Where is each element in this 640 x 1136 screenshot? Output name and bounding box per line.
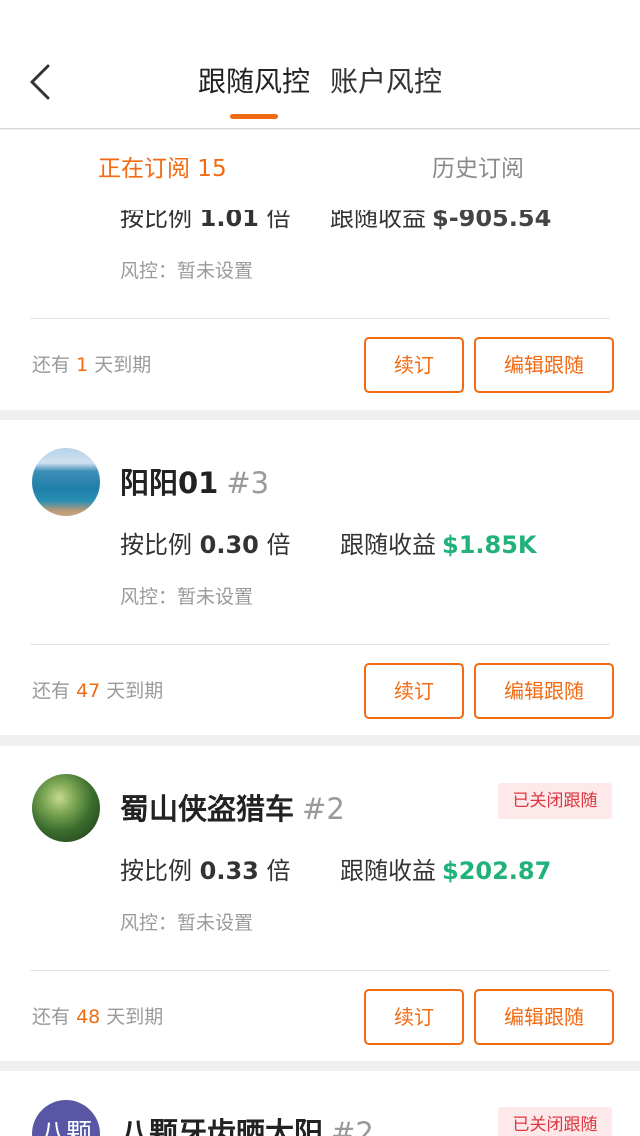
subscription-card: 阳阳01 #3 按比例 0.30 倍 跟随收益 $1.85K 风控：暂未设置 还有 … (0, 420, 640, 735)
ratio-text: 按比例 0.30 倍 (120, 531, 291, 559)
renew-button[interactable]: 续订 (364, 337, 464, 393)
closed-follow-badge: 已关闭跟随 (498, 1107, 612, 1136)
divider (30, 644, 610, 645)
expire-text: 还有 47 天到期 (32, 680, 164, 702)
renew-button[interactable]: 续订 (364, 989, 464, 1045)
chevron-left-icon (30, 64, 50, 100)
closed-follow-badge: 已关闭跟随 (498, 783, 612, 819)
tab-account-risk[interactable]: 账户风控 (330, 64, 442, 100)
avatar[interactable]: 八颗 (32, 1100, 100, 1136)
tab-current-subscriptions[interactable]: 正在订阅 15 (98, 154, 227, 184)
avatar[interactable] (32, 774, 100, 842)
top-nav-bar: 跟随风控 账户风控 (0, 0, 640, 129)
divider (30, 318, 610, 319)
active-tab-indicator (230, 114, 278, 119)
renew-button[interactable]: 续订 (364, 663, 464, 719)
trader-name[interactable]: 蜀山侠盗猎车 #2 (120, 791, 345, 827)
edit-follow-button[interactable]: 编辑跟随 (474, 337, 614, 393)
divider (30, 970, 610, 971)
risk-setting-text: 风控：暂未设置 (120, 912, 254, 934)
trader-name[interactable]: 阳阳01 #3 (120, 465, 269, 501)
back-button[interactable] (22, 60, 66, 104)
subscription-card: 八颗 八颗牙齿晒太阳 #2 已关闭跟随 (0, 1071, 640, 1136)
trader-name[interactable]: 八颗牙齿晒太阳 #2 (120, 1115, 374, 1136)
subscription-card: 按比例 1.01 倍 跟随收益 $-905.54 风控：暂未设置 还有 1 天到期… (0, 190, 640, 410)
ratio-text: 按比例 0.33 倍 (120, 857, 291, 885)
risk-setting-text: 风控：暂未设置 (120, 260, 254, 282)
edit-follow-button[interactable]: 编辑跟随 (474, 989, 614, 1045)
tab-history-subscriptions[interactable]: 历史订阅 (432, 154, 524, 184)
expire-text: 还有 1 天到期 (32, 354, 152, 376)
risk-setting-text: 风控：暂未设置 (120, 586, 254, 608)
expire-text: 还有 48 天到期 (32, 1006, 164, 1028)
profit-text: 跟随收益 $202.87 (340, 857, 552, 885)
subscription-tabs: 正在订阅 15 历史订阅 (0, 130, 640, 210)
subscription-card: 蜀山侠盗猎车 #2 已关闭跟随 按比例 0.33 倍 跟随收益 $202.87 风控… (0, 746, 640, 1061)
edit-follow-button[interactable]: 编辑跟随 (474, 663, 614, 719)
tab-follow-risk[interactable]: 跟随风控 (198, 64, 310, 100)
avatar[interactable] (32, 448, 100, 516)
profit-text: 跟随收益 $1.85K (340, 531, 537, 559)
